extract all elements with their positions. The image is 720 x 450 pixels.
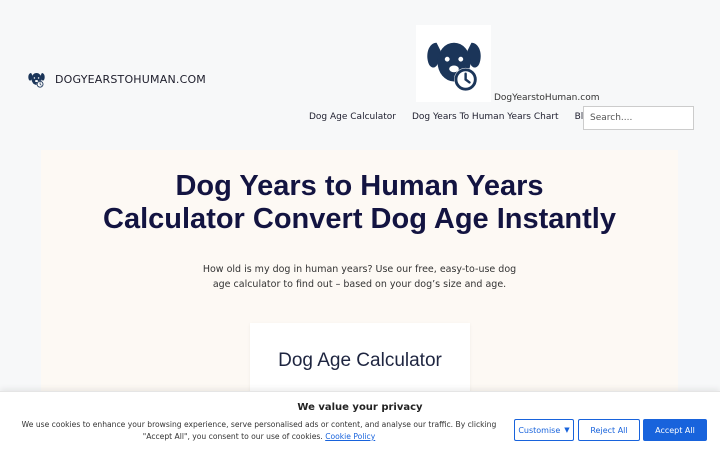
- caret-down-icon: ▼: [564, 426, 570, 434]
- cookie-policy-link[interactable]: Cookie Policy: [325, 432, 375, 441]
- nav-item-dog-years-chart[interactable]: Dog Years To Human Years Chart: [412, 112, 559, 122]
- cookie-banner: We value your privacy We use cookies to …: [0, 391, 720, 450]
- hero-subtitle: How old is my dog in human years? Use ou…: [202, 264, 517, 290]
- logo-caption: DogYearstoHuman.com: [494, 93, 600, 103]
- dog-clock-icon: [28, 72, 45, 88]
- page-title: Dog Years to Human Years Calculator Conv…: [41, 170, 678, 236]
- customise-label: Customise: [518, 425, 561, 435]
- customise-button[interactable]: Customise ▼: [514, 419, 574, 441]
- main-nav: Dog Age Calculator Dog Years To Human Ye…: [309, 112, 595, 122]
- dog-clock-logo-icon: [426, 42, 481, 91]
- reject-all-button[interactable]: Reject All: [578, 419, 640, 441]
- cookie-title: We value your privacy: [297, 402, 423, 413]
- site-logo[interactable]: [416, 25, 491, 102]
- accept-all-button[interactable]: Accept All: [643, 419, 707, 441]
- site-title[interactable]: DOGYEARSTOHUMAN.COM: [55, 73, 206, 86]
- site-brand[interactable]: DOGYEARSTOHUMAN.COM: [27, 70, 206, 89]
- nav-item-dog-age-calculator[interactable]: Dog Age Calculator: [309, 112, 396, 122]
- cookie-body: We use cookies to enhance your browsing …: [21, 420, 497, 441]
- page-title-line2: Calculator Convert Dog Age Instantly: [103, 203, 616, 235]
- page-title-line1: Dog Years to Human Years: [175, 170, 544, 202]
- search-input[interactable]: [583, 106, 694, 130]
- calculator-title: Dog Age Calculator: [278, 350, 442, 371]
- cookie-text: We use cookies to enhance your browsing …: [14, 419, 504, 443]
